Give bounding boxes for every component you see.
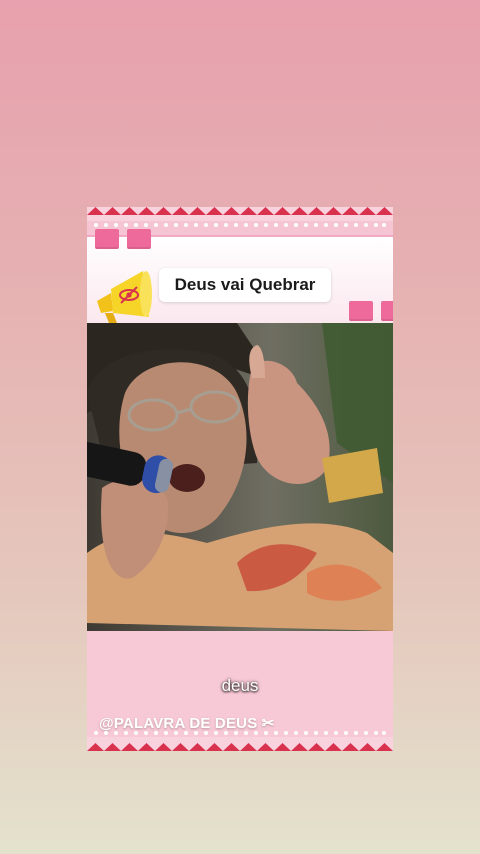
megaphone-icon <box>97 271 152 323</box>
decor-square <box>349 301 373 321</box>
decor-square <box>381 301 393 321</box>
zigzag-border-top <box>87 207 393 221</box>
video-frame[interactable] <box>87 323 393 631</box>
video-card: Deus vai Quebrar deus @PALAVRA DE DEUS ✂ <box>87 207 393 751</box>
video-title: Deus vai Quebrar <box>159 268 331 302</box>
decor-square <box>127 229 151 249</box>
dots-border-top <box>94 223 386 227</box>
decor-square <box>95 229 119 249</box>
zigzag-border-bottom <box>87 737 393 751</box>
dots-border-bottom <box>94 731 386 735</box>
video-subtitle: deus <box>221 676 259 695</box>
